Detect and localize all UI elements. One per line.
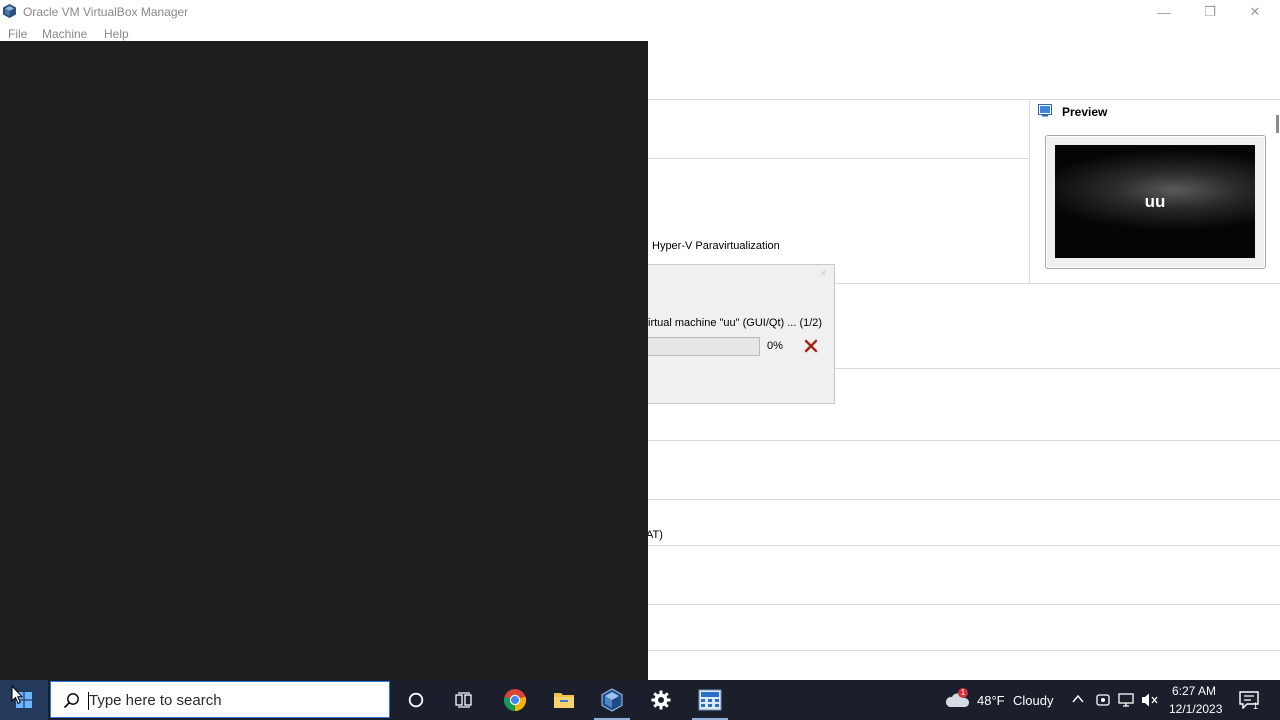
search-box[interactable]: Type here to search (50, 681, 390, 718)
menu-bar: File Machine Help (0, 25, 1280, 42)
settings-button[interactable] (637, 680, 685, 720)
vm-preview-label: uu (1144, 192, 1166, 211)
vm-console-window[interactable] (0, 41, 648, 680)
virtualbox-app-icon (3, 4, 16, 18)
minimize-button[interactable]: — (1141, 0, 1187, 24)
close-button[interactable]: ✕ (1232, 0, 1278, 24)
notification-count: 1 (1253, 701, 1259, 711)
start-button[interactable] (0, 680, 48, 720)
section-divider (648, 499, 1280, 500)
chevron-up-icon[interactable] (1072, 694, 1084, 704)
title-bar: Oracle VM VirtualBox Manager — ❐ ✕ (0, 0, 1280, 24)
monitor-icon (1038, 104, 1052, 117)
calculator-app-icon (698, 689, 722, 711)
file-explorer-button[interactable] (540, 680, 588, 720)
details-scrollbar[interactable] (1276, 115, 1279, 133)
menu-help[interactable]: Help (104, 27, 129, 41)
progress-message: irtual machine "uu" (GUI/Qt) ... (1/2) (648, 317, 823, 329)
restore-button[interactable]: ❐ (1187, 0, 1233, 24)
search-placeholder: Type here to search (89, 692, 222, 709)
chrome-button[interactable] (491, 680, 539, 720)
paravirtualization-value: Hyper-V Paravirtualization (652, 240, 780, 252)
section-divider (648, 440, 1280, 441)
preview-title: Preview (1062, 105, 1108, 119)
section-divider (648, 604, 1280, 605)
toolbar-divider (648, 99, 1280, 100)
clock-date[interactable]: 12/1/2023 (1169, 702, 1222, 716)
cortana-button[interactable] (392, 680, 440, 720)
menu-file[interactable]: File (8, 27, 27, 41)
calculator-app-button[interactable] (686, 680, 734, 720)
weather-badge: 1 (958, 688, 968, 698)
virtualbox-icon (601, 688, 623, 712)
virtualbox-taskbar-button[interactable] (588, 680, 636, 720)
section-divider (648, 158, 1029, 159)
section-divider (648, 650, 1280, 651)
file-explorer-icon (554, 693, 574, 708)
progress-dialog: ✕ irtual machine "uu" (GUI/Qt) ... (1/2)… (648, 264, 835, 404)
section-divider (648, 545, 1280, 546)
settings-icon (651, 690, 671, 710)
vm-preview-screen: uu (1055, 145, 1255, 258)
cancel-icon[interactable] (804, 339, 818, 353)
volume-muted-icon[interactable] (1141, 692, 1159, 708)
cortana-icon (408, 692, 424, 708)
progress-percent: 0% (767, 340, 783, 352)
mouse-cursor-icon (11, 685, 23, 705)
menu-machine[interactable]: Machine (42, 27, 87, 41)
meet-now-icon[interactable] (1096, 692, 1110, 708)
network-icon[interactable] (1118, 692, 1136, 708)
clock-time[interactable]: 6:27 AM (1172, 684, 1216, 698)
weather-condition[interactable]: Cloudy (1013, 693, 1053, 708)
partial-detail-value: AT) (646, 529, 663, 541)
dialog-close-button[interactable]: ✕ (819, 269, 827, 280)
search-icon (63, 693, 79, 709)
weather-temperature[interactable]: 48°F (977, 693, 1005, 708)
chrome-icon (504, 689, 527, 712)
progress-bar (648, 337, 760, 356)
window-title: Oracle VM VirtualBox Manager (23, 5, 189, 19)
section-divider (835, 368, 1280, 369)
taskbar: Type here to search 1 48°F Cloudy 6:27 A… (0, 680, 1280, 720)
task-view-icon (455, 692, 472, 708)
preview-divider (1029, 100, 1030, 283)
task-view-button[interactable] (440, 680, 488, 720)
